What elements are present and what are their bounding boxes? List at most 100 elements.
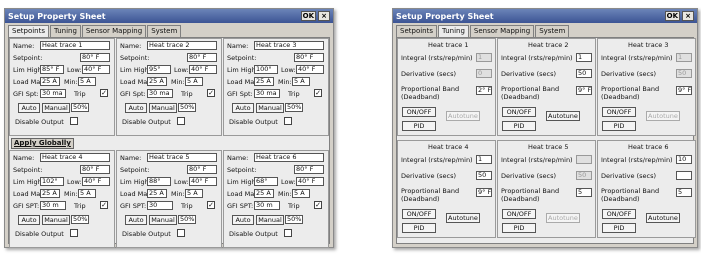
- auto-button[interactable]: Auto: [18, 215, 40, 225]
- ok-button[interactable]: OK: [664, 11, 680, 21]
- load-max-field[interactable]: 25 A: [147, 189, 167, 198]
- lim-high-field[interactable]: 102°: [40, 177, 64, 186]
- gfi-spt-field[interactable]: 30 ma: [254, 89, 280, 98]
- setpoint-field[interactable]: 80° F: [187, 165, 217, 174]
- manual-button[interactable]: Manual: [149, 103, 177, 113]
- proportional-band-field[interactable]: 5: [676, 188, 692, 197]
- lim-high-field[interactable]: 88°: [147, 177, 171, 186]
- pid-button[interactable]: PID: [402, 121, 436, 131]
- autotune-button[interactable]: Autotune: [446, 213, 480, 223]
- min-field[interactable]: 5 A: [78, 189, 96, 198]
- min-field[interactable]: 5 A: [185, 77, 203, 86]
- setpoint-field[interactable]: 80° F: [80, 165, 110, 174]
- trip-checkbox[interactable]: ✓: [207, 201, 215, 209]
- gfi-spt-field[interactable]: 30 m: [40, 201, 66, 210]
- proportional-band-field[interactable]: 2° F: [476, 86, 492, 95]
- tab-sensor-mapping[interactable]: Sensor Mapping: [81, 25, 147, 37]
- low-field[interactable]: 40° F: [82, 177, 110, 186]
- disable-output-checkbox[interactable]: [284, 229, 292, 237]
- tab-setpoints[interactable]: Setpoints: [396, 25, 437, 37]
- setpoint-field[interactable]: 80° F: [294, 53, 324, 62]
- apply-globally-button[interactable]: Apply Globally: [11, 138, 74, 149]
- auto-button[interactable]: Auto: [125, 215, 147, 225]
- autotune-button[interactable]: Autotune: [546, 111, 580, 121]
- manual-percent-field[interactable]: 50%: [285, 103, 303, 112]
- close-icon[interactable]: ×: [318, 11, 330, 21]
- name-field[interactable]: Heat trace 5: [147, 153, 217, 162]
- low-field[interactable]: 40° F: [296, 65, 324, 74]
- lim-high-field[interactable]: 100°: [254, 65, 278, 74]
- onoff-button[interactable]: ON/OFF: [502, 107, 536, 117]
- disable-output-checkbox[interactable]: [70, 117, 78, 125]
- tab-setpoints[interactable]: Setpoints: [8, 25, 49, 37]
- autotune-button[interactable]: Autotune: [646, 213, 680, 223]
- disable-output-checkbox[interactable]: [177, 117, 185, 125]
- name-field[interactable]: Heat trace 3: [254, 41, 324, 50]
- tab-sensor-mapping[interactable]: Sensor Mapping: [469, 25, 535, 37]
- onoff-button[interactable]: ON/OFF: [602, 209, 636, 219]
- proportional-band-field[interactable]: 9° F: [476, 188, 492, 197]
- setpoint-field[interactable]: 80° F: [294, 165, 324, 174]
- proportional-band-field[interactable]: 9° F: [676, 86, 692, 95]
- disable-output-checkbox[interactable]: [70, 229, 78, 237]
- disable-output-checkbox[interactable]: [177, 229, 185, 237]
- trip-checkbox[interactable]: ✓: [314, 201, 322, 209]
- pid-button[interactable]: PID: [502, 121, 536, 131]
- name-field[interactable]: Heat trace 1: [40, 41, 110, 50]
- auto-button[interactable]: Auto: [125, 103, 147, 113]
- low-field[interactable]: 40° F: [296, 177, 324, 186]
- load-max-field[interactable]: 25 A: [254, 77, 274, 86]
- manual-percent-field[interactable]: 50%: [178, 215, 196, 224]
- onoff-button[interactable]: ON/OFF: [502, 209, 536, 219]
- manual-percent-field[interactable]: 50%: [178, 103, 196, 112]
- low-field[interactable]: 40° F: [82, 65, 110, 74]
- tab-system[interactable]: System: [147, 25, 182, 37]
- load-max-field[interactable]: 25 A: [40, 77, 60, 86]
- integral-field[interactable]: 1: [476, 155, 492, 164]
- gfi-spt-field[interactable]: 30 ma: [40, 89, 66, 98]
- lim-high-field[interactable]: 95°: [147, 65, 171, 74]
- low-field[interactable]: 40° F: [189, 65, 217, 74]
- trip-checkbox[interactable]: ✓: [207, 89, 215, 97]
- gfi-spt-field[interactable]: 30 ma: [147, 89, 173, 98]
- derivative-field[interactable]: 50: [476, 171, 492, 180]
- onoff-button[interactable]: ON/OFF: [602, 107, 636, 117]
- gfi-spt-field[interactable]: 30 m: [254, 201, 280, 210]
- proportional-band-field[interactable]: 5: [576, 188, 592, 197]
- lim-high-field[interactable]: 68°: [254, 177, 278, 186]
- onoff-button[interactable]: ON/OFF: [402, 107, 436, 117]
- auto-button[interactable]: Auto: [232, 215, 254, 225]
- tab-system[interactable]: System: [535, 25, 570, 37]
- auto-button[interactable]: Auto: [18, 103, 40, 113]
- min-field[interactable]: 5 A: [185, 189, 203, 198]
- pid-button[interactable]: PID: [402, 223, 436, 233]
- manual-percent-field[interactable]: 50%: [285, 215, 303, 224]
- load-max-field[interactable]: 25 A: [254, 189, 274, 198]
- min-field[interactable]: 5 A: [292, 77, 310, 86]
- setpoint-field[interactable]: 80° F: [187, 53, 217, 62]
- manual-button[interactable]: Manual: [256, 215, 284, 225]
- onoff-button[interactable]: ON/OFF: [402, 209, 436, 219]
- lim-high-field[interactable]: 85° F: [40, 65, 64, 74]
- tab-tuning[interactable]: Tuning: [438, 25, 469, 37]
- auto-button[interactable]: Auto: [232, 103, 254, 113]
- name-field[interactable]: Heat trace 2: [147, 41, 217, 50]
- pid-button[interactable]: PID: [602, 223, 636, 233]
- gfi-spt-field[interactable]: 30: [147, 201, 173, 210]
- derivative-field[interactable]: 50: [576, 69, 592, 78]
- load-max-field[interactable]: 25 A: [147, 77, 167, 86]
- pid-button[interactable]: PID: [502, 223, 536, 233]
- pid-button[interactable]: PID: [602, 121, 636, 131]
- derivative-field[interactable]: [676, 171, 692, 180]
- manual-button[interactable]: Manual: [42, 103, 70, 113]
- setpoint-field[interactable]: 80° F: [80, 53, 110, 62]
- integral-field[interactable]: 10: [676, 155, 692, 164]
- tab-tuning[interactable]: Tuning: [50, 25, 81, 37]
- trip-checkbox[interactable]: ✓: [100, 201, 108, 209]
- manual-button[interactable]: Manual: [149, 215, 177, 225]
- trip-checkbox[interactable]: ✓: [100, 89, 108, 97]
- name-field[interactable]: Heat trace 4: [40, 153, 110, 162]
- min-field[interactable]: 5 A: [292, 189, 310, 198]
- manual-percent-field[interactable]: 50%: [71, 103, 89, 112]
- manual-button[interactable]: Manual: [42, 215, 70, 225]
